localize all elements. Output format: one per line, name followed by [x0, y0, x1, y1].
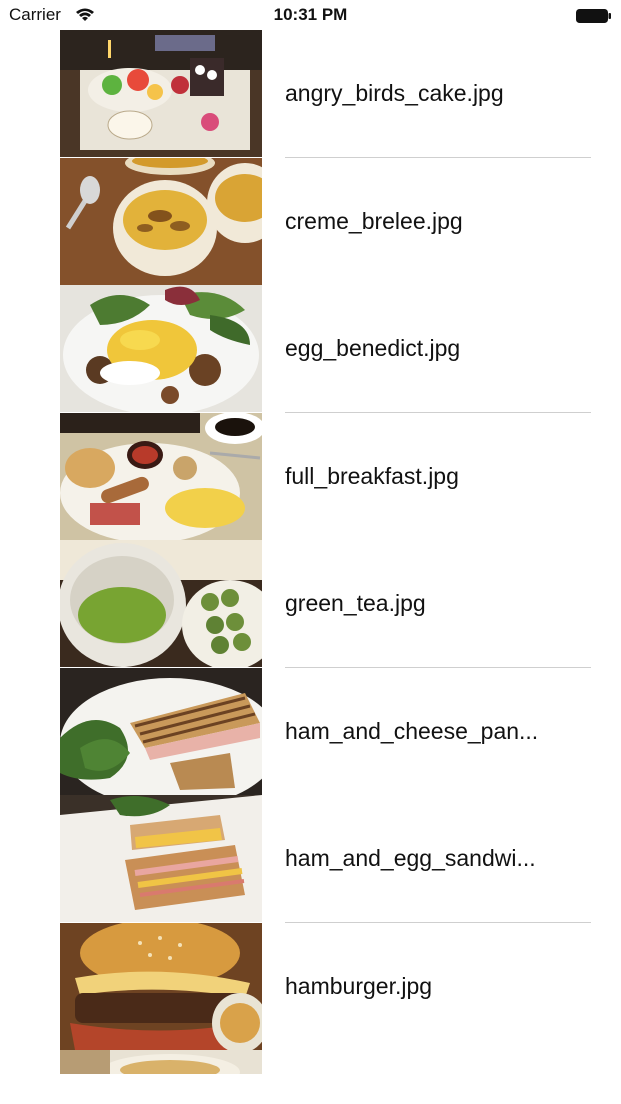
photo-thumbnail: [60, 158, 262, 285]
photo-thumbnail: [60, 413, 262, 540]
photo-thumbnail: [60, 668, 262, 795]
table-row[interactable]: green_tea.jpg: [0, 540, 621, 667]
table-row[interactable]: angry_birds_cake.jpg: [0, 30, 621, 157]
table-row[interactable]: ham_and_cheese_pan...: [0, 668, 621, 795]
photo-thumbnail: [60, 30, 262, 157]
photo-filename: egg_benedict.jpg: [285, 335, 461, 361]
photo-thumbnail: [60, 1050, 262, 1074]
photo-thumbnail: [60, 923, 262, 1050]
photo-filename: angry_birds_cake.jpg: [285, 80, 504, 106]
photo-filename: full_breakfast.jpg: [285, 463, 459, 489]
photo-filename: green_tea.jpg: [285, 590, 426, 616]
photo-filename: ham_and_cheese_pan...: [285, 718, 539, 744]
photo-thumbnail: [60, 540, 262, 667]
status-bar: Carrier 10:31 PM: [0, 0, 621, 30]
table-row[interactable]: creme_brelee.jpg: [0, 158, 621, 285]
photo-thumbnail: [60, 795, 262, 922]
status-time: 10:31 PM: [273, 5, 348, 24]
table-row[interactable]: full_breakfast.jpg: [0, 413, 621, 540]
photo-filename: ham_and_egg_sandwi...: [285, 845, 536, 871]
photo-thumbnail: [60, 285, 262, 412]
table-row[interactable]: ham_and_egg_sandwi...: [0, 795, 621, 922]
table-row[interactable]: [0, 1050, 621, 1074]
photo-table[interactable]: angry_birds_cake.jpg creme_brelee.jpg eg…: [0, 0, 621, 1104]
photo-filename: hamburger.jpg: [285, 973, 433, 999]
table-row[interactable]: hamburger.jpg: [0, 923, 621, 1050]
table-row[interactable]: egg_benedict.jpg: [0, 285, 621, 412]
photo-filename: creme_brelee.jpg: [285, 208, 463, 234]
battery-full-icon: [576, 9, 611, 23]
